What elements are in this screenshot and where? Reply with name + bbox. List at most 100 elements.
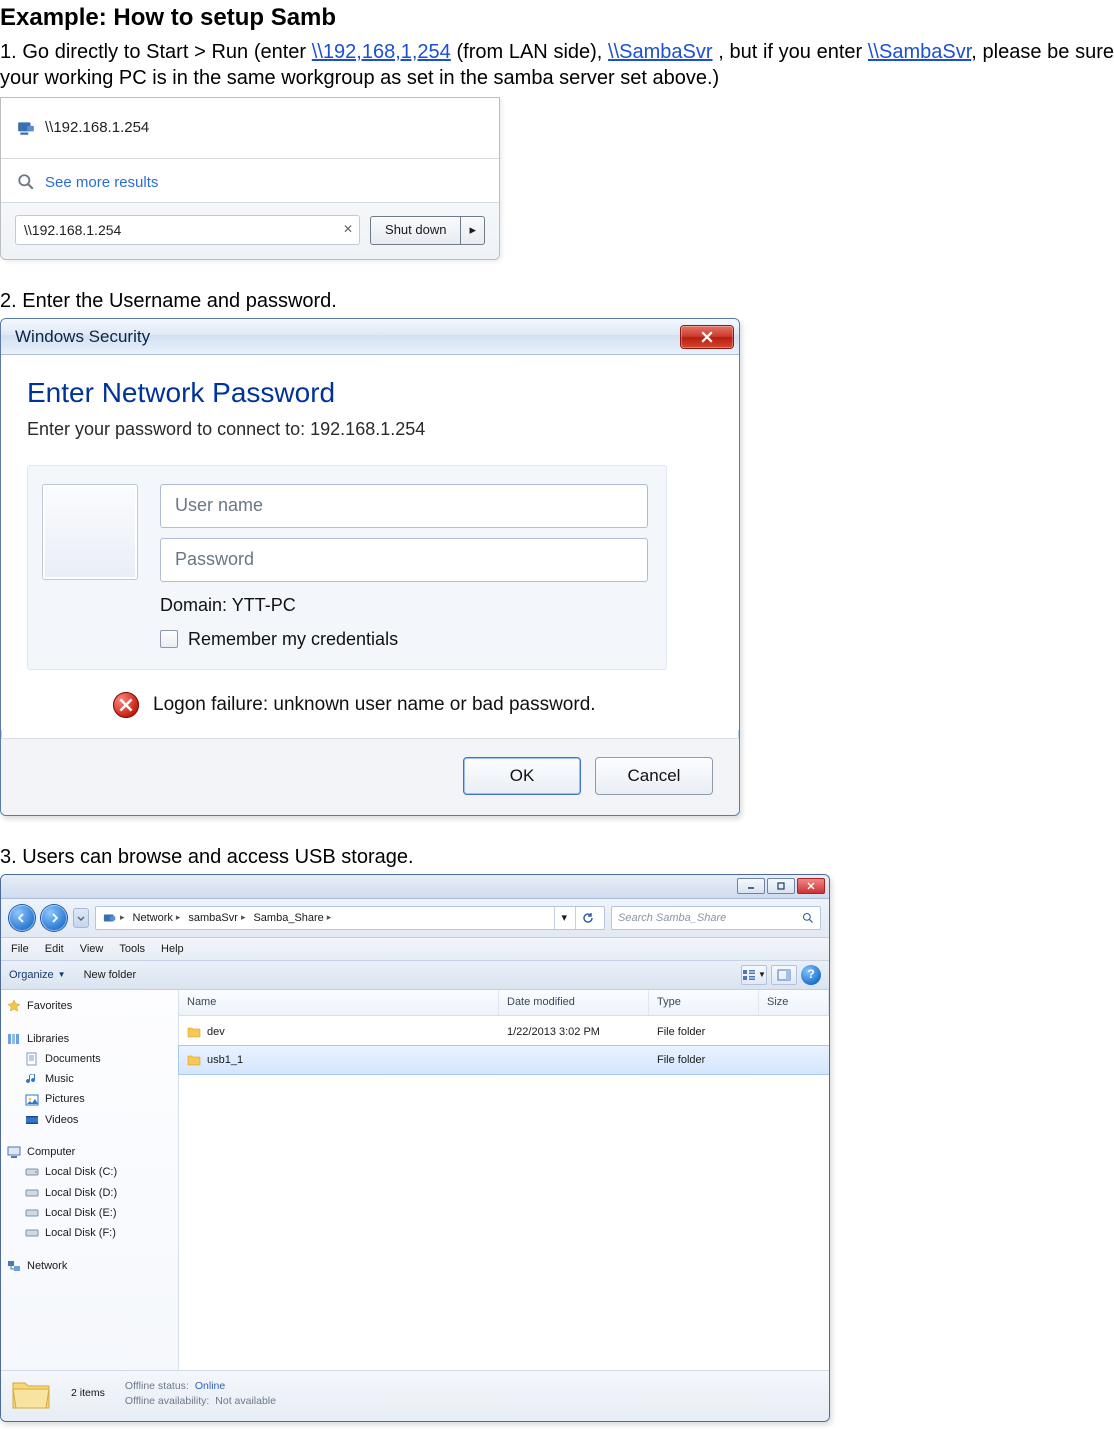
breadcrumb-item-sambasvr[interactable]: sambaSvr▸ — [185, 911, 248, 925]
preview-pane-button[interactable] — [771, 965, 797, 985]
disk-icon — [25, 1186, 39, 1200]
remember-credentials-row[interactable]: Remember my credentials — [160, 628, 648, 651]
nav-history-button[interactable] — [73, 908, 89, 928]
breadcrumb-label: Network — [133, 911, 173, 925]
file-size — [759, 1055, 829, 1065]
sidebar-item-pictures[interactable]: Pictures — [5, 1089, 174, 1109]
sidebar-item-documents[interactable]: Documents — [5, 1049, 174, 1069]
sidebar-libraries[interactable]: Libraries — [5, 1029, 174, 1049]
remember-label: Remember my credentials — [188, 628, 398, 651]
explorer-toolbar: Organize ▼ New folder ▼ ? — [1, 961, 829, 990]
menu-file[interactable]: File — [11, 942, 29, 956]
clear-search-icon[interactable]: ✕ — [343, 222, 353, 238]
password-placeholder: Password — [175, 548, 254, 571]
col-type[interactable]: Type — [649, 990, 759, 1014]
window-close-button[interactable] — [797, 878, 825, 894]
column-headers: Name Date modified Type Size — [179, 990, 829, 1015]
refresh-button[interactable] — [575, 907, 600, 929]
col-date[interactable]: Date modified — [499, 990, 649, 1014]
dialog-titlebar[interactable]: Windows Security — [1, 319, 739, 355]
sidebar-label: Local Disk (F:) — [45, 1226, 116, 1240]
file-type: File folder — [649, 1048, 759, 1072]
nav-forward-button[interactable] — [41, 905, 67, 931]
sidebar-item-videos[interactable]: Videos — [5, 1110, 174, 1130]
help-button[interactable]: ? — [801, 965, 821, 985]
link-sambasvr-1[interactable]: \\SambaSvr — [608, 41, 712, 63]
link-lan-ip[interactable]: \\192,168,1,254 — [312, 41, 451, 63]
error-text: Logon failure: unknown user name or bad … — [153, 693, 596, 718]
menu-tools[interactable]: Tools — [119, 942, 145, 956]
help-icon: ? — [807, 967, 814, 983]
documents-icon — [25, 1052, 39, 1066]
file-row-usb1[interactable]: usb1_1 File folder — [179, 1046, 829, 1074]
step1-part-a: 1. Go directly to Start > Run (enter — [0, 41, 312, 63]
breadcrumb[interactable]: ▸ Network▸ sambaSvr▸ Samba_Share▸ ▾ — [95, 906, 605, 930]
col-size[interactable]: Size — [759, 990, 829, 1014]
view-options-button[interactable]: ▼ — [741, 965, 767, 985]
link-sambasvr-2[interactable]: \\SambaSvr — [868, 41, 971, 63]
start-menu-result-label: \\192.168.1.254 — [45, 118, 149, 138]
explorer-titlebar[interactable] — [1, 875, 829, 899]
dialog-subtext: Enter your password to connect to: 192.1… — [27, 418, 719, 441]
menu-edit[interactable]: Edit — [45, 942, 64, 956]
breadcrumb-dropdown-icon[interactable]: ▾ — [554, 907, 573, 929]
dialog-heading: Enter Network Password — [27, 375, 719, 411]
see-more-label: See more results — [45, 173, 158, 193]
step-2-text: 2. Enter the Username and password. — [0, 288, 1114, 314]
password-input[interactable]: Password — [160, 538, 648, 582]
close-button[interactable] — [681, 326, 733, 348]
star-icon — [7, 999, 21, 1013]
username-input[interactable]: User name — [160, 484, 648, 528]
sidebar-item-drive-f[interactable]: Local Disk (F:) — [5, 1223, 174, 1243]
windows-security-dialog: Windows Security Enter Network Password … — [0, 318, 740, 816]
explorer-search-input[interactable]: Search Samba_Share — [611, 906, 821, 930]
domain-label: Domain: YTT-PC — [160, 594, 648, 617]
shutdown-menu-arrow-icon[interactable]: ▸ — [461, 217, 484, 244]
user-avatar-placeholder — [42, 484, 138, 580]
start-menu-panel: \\192.168.1.254 See more results \\192.1… — [0, 97, 500, 260]
sidebar-computer[interactable]: Computer — [5, 1142, 174, 1162]
cancel-button[interactable]: Cancel — [595, 757, 713, 795]
sidebar-item-drive-e[interactable]: Local Disk (E:) — [5, 1203, 174, 1223]
minimize-button[interactable] — [737, 878, 765, 894]
sidebar-item-drive-c[interactable]: Local Disk (C:) — [5, 1162, 174, 1182]
page-title: Example: How to setup Samb — [0, 2, 1114, 33]
explorer-main: Name Date modified Type Size dev 1/22/20… — [179, 990, 829, 1370]
new-folder-button[interactable]: New folder — [84, 968, 137, 982]
network-icon — [7, 1259, 21, 1273]
file-row-dev[interactable]: dev 1/22/2013 3:02 PM File folder — [179, 1018, 829, 1046]
username-placeholder: User name — [175, 494, 263, 517]
sidebar-item-music[interactable]: Music — [5, 1069, 174, 1089]
remember-checkbox[interactable] — [160, 630, 178, 648]
maximize-button[interactable] — [767, 878, 795, 894]
start-search-input[interactable]: \\192.168.1.254 ✕ — [15, 215, 360, 245]
close-icon — [701, 331, 713, 343]
start-search-value: \\192.168.1.254 — [24, 222, 121, 238]
file-size — [759, 1027, 829, 1037]
sidebar-favorites[interactable]: Favorites — [5, 996, 174, 1016]
sidebar-label: Documents — [45, 1052, 101, 1066]
sidebar-network[interactable]: Network — [5, 1256, 174, 1276]
explorer-window: ▸ Network▸ sambaSvr▸ Samba_Share▸ ▾ Sear… — [0, 874, 830, 1422]
menu-view[interactable]: View — [80, 942, 104, 956]
sidebar-label: Local Disk (C:) — [45, 1165, 117, 1179]
sidebar-label: Local Disk (E:) — [45, 1206, 117, 1220]
see-more-results[interactable]: See more results — [15, 167, 485, 199]
step-1-text: 1. Go directly to Start > Run (enter \\1… — [0, 39, 1114, 91]
sidebar-item-drive-d[interactable]: Local Disk (D:) — [5, 1183, 174, 1203]
disk-icon — [25, 1206, 39, 1220]
menu-help[interactable]: Help — [161, 942, 184, 956]
breadcrumb-label: sambaSvr — [188, 911, 238, 925]
breadcrumb-item-share[interactable]: Samba_Share▸ — [250, 911, 334, 925]
credentials-panel: User name Password Domain: YTT-PC Rememb… — [27, 465, 667, 670]
organize-button[interactable]: Organize ▼ — [9, 968, 66, 982]
breadcrumb-root-icon[interactable]: ▸ — [100, 911, 128, 925]
separator — [1, 158, 499, 159]
nav-back-button[interactable] — [9, 905, 35, 931]
col-name[interactable]: Name — [179, 990, 499, 1014]
breadcrumb-item-network[interactable]: Network▸ — [130, 911, 184, 925]
start-menu-result[interactable]: \\192.168.1.254 — [15, 112, 485, 144]
ok-button[interactable]: OK — [463, 757, 581, 795]
shutdown-button[interactable]: Shut down ▸ — [370, 216, 485, 245]
offline-status-value: Online — [195, 1380, 225, 1394]
